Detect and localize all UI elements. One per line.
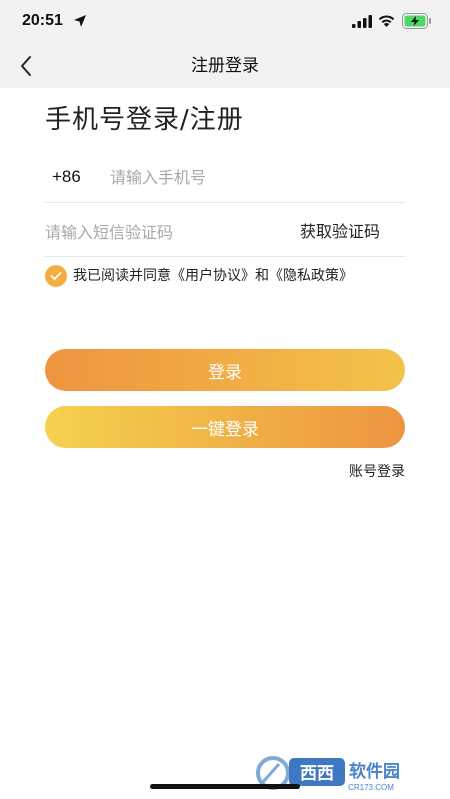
phone-input[interactable] <box>110 162 400 192</box>
status-time: 20:51 <box>22 12 63 29</box>
login-button[interactable]: 登录 <box>45 349 405 391</box>
svg-text:西西: 西西 <box>300 764 334 784</box>
checkmark-icon <box>50 272 62 280</box>
sms-code-input[interactable] <box>45 217 285 247</box>
country-code-selector[interactable]: +86 <box>52 165 81 189</box>
wifi-icon <box>378 15 395 27</box>
phone-divider <box>45 202 405 203</box>
get-code-button[interactable]: 获取验证码 <box>300 219 380 245</box>
agreement-checkbox[interactable] <box>45 265 67 287</box>
code-divider <box>45 256 405 257</box>
svg-text:软件园: 软件园 <box>349 761 400 782</box>
home-indicator <box>150 784 300 789</box>
account-login-link[interactable]: 账号登录 <box>330 461 405 483</box>
agreement-text[interactable]: 我已阅读并同意《用户协议》和《隐私政策》 <box>73 265 353 287</box>
page-title: 注册登录 <box>191 56 259 76</box>
svg-text:CR173.COM: CR173.COM <box>348 783 394 792</box>
login-heading: 手机号登录/注册 <box>45 105 244 135</box>
one-click-login-button[interactable]: 一键登录 <box>45 406 405 448</box>
location-arrow-icon <box>74 15 86 27</box>
cellular-signal-icon <box>352 15 372 28</box>
battery-charging-icon <box>402 13 431 29</box>
